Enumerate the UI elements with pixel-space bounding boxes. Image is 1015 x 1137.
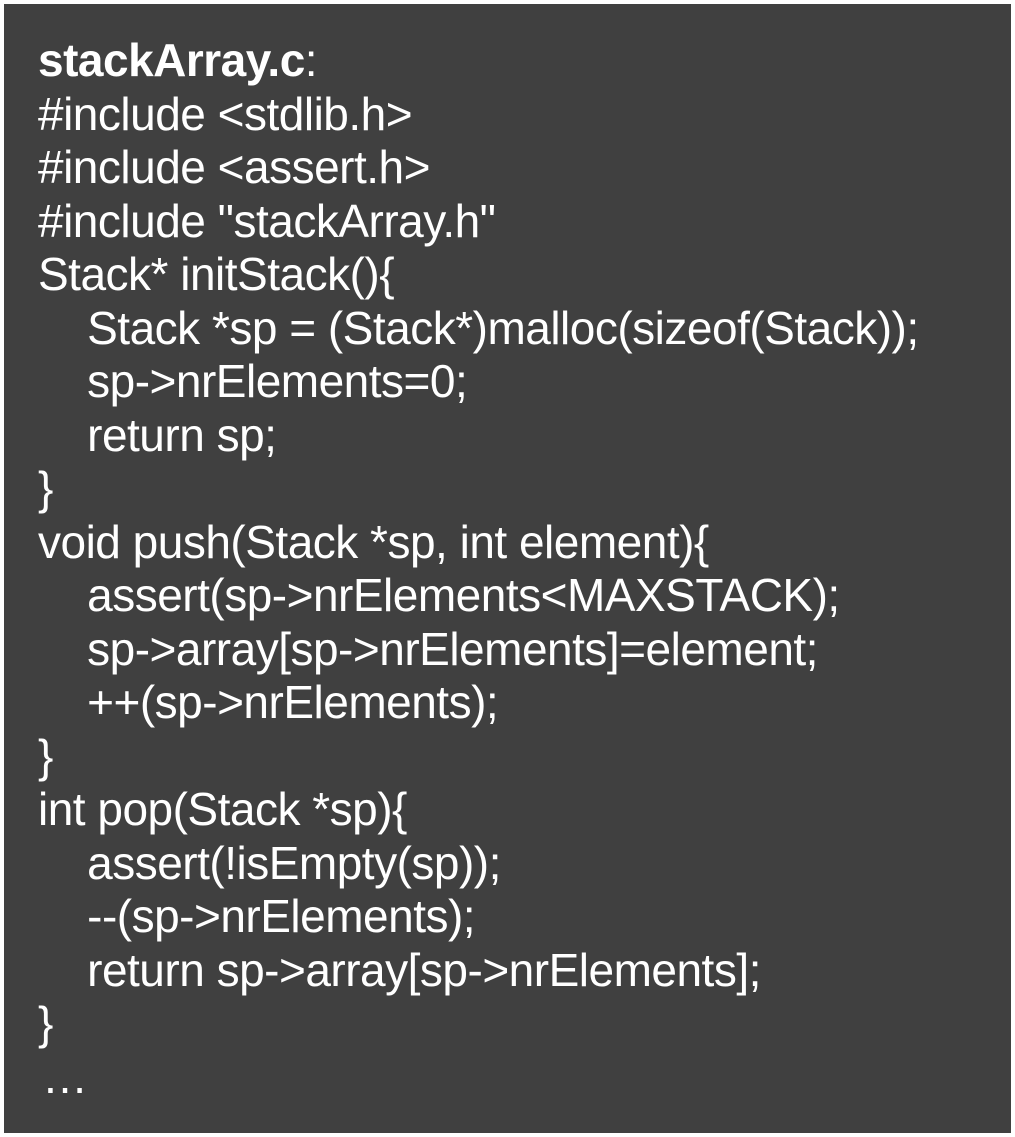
code-line: void push(Stack *sp, int element){ [38,516,991,570]
code-line: sp->array[sp->nrElements]=element; [38,623,991,677]
code-line: } [38,462,991,516]
code-line: sp->nrElements=0; [38,355,991,409]
code-line: assert(sp->nrElements<MAXSTACK); [38,569,991,623]
code-line: } [38,730,991,784]
code-line: --(sp->nrElements); [38,890,991,944]
code-line: Stack* initStack(){ [38,248,991,302]
code-line: } [38,997,991,1051]
code-line: return sp; [38,409,991,463]
code-title-suffix: : [305,34,317,86]
code-line: assert(!isEmpty(sp)); [38,837,991,891]
code-line: #include <stdlib.h> [38,88,991,142]
code-line: Stack *sp = (Stack*)malloc(sizeof(Stack)… [38,302,991,356]
code-title-line: stackArray.c: [38,34,991,88]
code-line: ++(sp->nrElements); [38,676,991,730]
code-filename: stackArray.c [38,34,305,86]
code-block: stackArray.c: #include <stdlib.h> #inclu… [0,0,1015,1137]
code-line: return sp->array[sp->nrElements]; [38,944,991,998]
code-ellipsis: … [42,1051,991,1103]
code-line: #include "stackArray.h" [38,195,991,249]
code-line: int pop(Stack *sp){ [38,783,991,837]
code-line: #include <assert.h> [38,141,991,195]
